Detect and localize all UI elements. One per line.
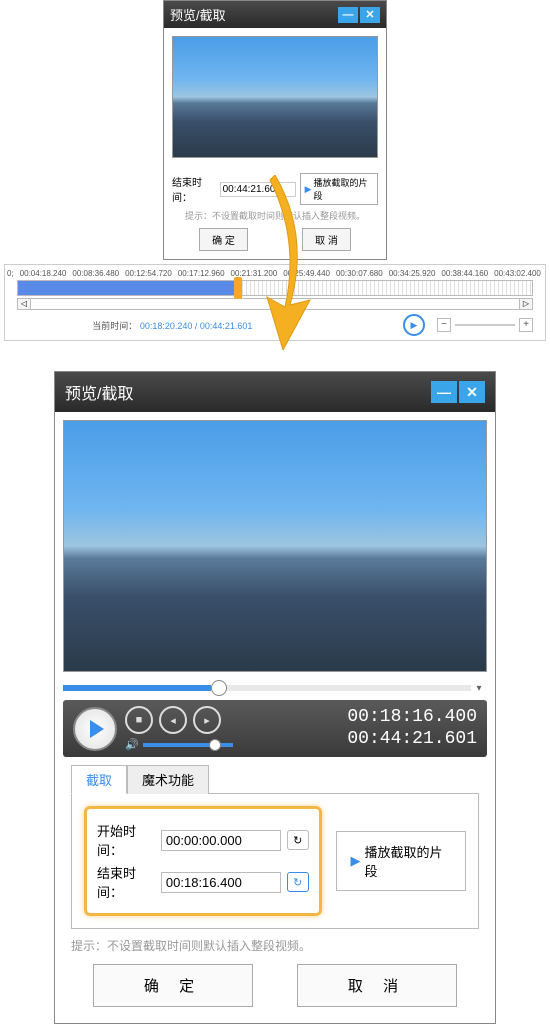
hint-text: 提示：不设置截取时间则默认插入整段视频。 <box>172 209 378 222</box>
progress-thumb[interactable] <box>211 680 227 696</box>
progress-bar[interactable]: ▾ <box>63 680 487 696</box>
timeline-ticks: 0;00:04:18.24000:08:36.48000:12:54.72000… <box>7 269 543 278</box>
reset-start-button[interactable]: ↻ <box>287 830 309 850</box>
end-time-label: 结束时间： <box>97 863 155 901</box>
close-button[interactable]: ✕ <box>360 7 380 23</box>
chevron-down-icon[interactable]: ▾ <box>471 683 487 694</box>
title: 预览/截取 <box>170 5 226 24</box>
volume-slider[interactable] <box>143 743 233 747</box>
start-time-label: 开始时间： <box>97 821 155 859</box>
step-back-button[interactable]: ◂ <box>159 706 187 734</box>
minimize-button[interactable]: — <box>431 381 457 403</box>
hint-text: 提示：不设置截取时间则默认插入整段视频。 <box>71 937 479 954</box>
title: 预览/截取 <box>65 380 133 404</box>
scroll-left-button[interactable]: ◁ <box>17 298 31 310</box>
highlighted-time-inputs: 开始时间： ↻ 结束时间： ↻ <box>84 806 322 916</box>
end-time-label: 结束时间： <box>172 174 216 204</box>
current-time-value: 00:18:20.240 / 00:44:21.601 <box>140 321 253 331</box>
duration-display: 00:44:21.601 <box>347 729 477 751</box>
video-preview-large <box>63 420 487 672</box>
scroll-right-button[interactable]: ▷ <box>519 298 533 310</box>
timeline-panel: 0;00:04:18.24000:08:36.48000:12:54.72000… <box>4 264 546 341</box>
end-time-input[interactable] <box>220 182 296 197</box>
timeline-selection <box>18 281 234 295</box>
titlebar-large: 预览/截取 — ✕ <box>55 372 495 412</box>
stop-button[interactable]: ■ <box>125 706 153 734</box>
minimize-button[interactable]: — <box>338 7 358 23</box>
close-button[interactable]: ✕ <box>459 381 485 403</box>
tab-clip[interactable]: 截取 <box>71 765 127 794</box>
reset-end-button[interactable]: ↻ <box>287 872 309 892</box>
player-controls: ■ ◂ ▸ 🔊 00:18:16.400 00:44:21.601 <box>63 700 487 757</box>
step-forward-button[interactable]: ▸ <box>193 706 221 734</box>
timeline-play-button[interactable]: ▶ <box>403 314 425 336</box>
cancel-button[interactable]: 取 消 <box>302 228 351 251</box>
timeline-track[interactable] <box>17 280 533 296</box>
tab-magic[interactable]: 魔术功能 <box>127 765 209 794</box>
timeline-cursor[interactable] <box>234 277 242 299</box>
play-clip-button[interactable]: ▶播放截取的片段 <box>300 173 378 205</box>
titlebar-small: 预览/截取 — ✕ <box>164 1 386 28</box>
zoom-slider[interactable] <box>455 324 515 326</box>
play-clip-button[interactable]: ▶播放截取的片段 <box>336 831 467 891</box>
ok-button[interactable]: 确 定 <box>93 964 253 1007</box>
cancel-button[interactable]: 取 消 <box>297 964 457 1007</box>
start-time-input[interactable] <box>161 830 281 851</box>
video-preview-small <box>172 36 378 158</box>
current-time-display: 00:18:16.400 <box>347 707 477 729</box>
zoom-in-button[interactable]: + <box>519 318 533 332</box>
volume-icon[interactable]: 🔊 <box>125 738 139 751</box>
end-time-input[interactable] <box>161 872 281 893</box>
zoom-out-button[interactable]: − <box>437 318 451 332</box>
play-button[interactable] <box>73 707 117 751</box>
ok-button[interactable]: 确 定 <box>199 228 248 251</box>
current-time-label: 当前时间： <box>92 321 137 331</box>
